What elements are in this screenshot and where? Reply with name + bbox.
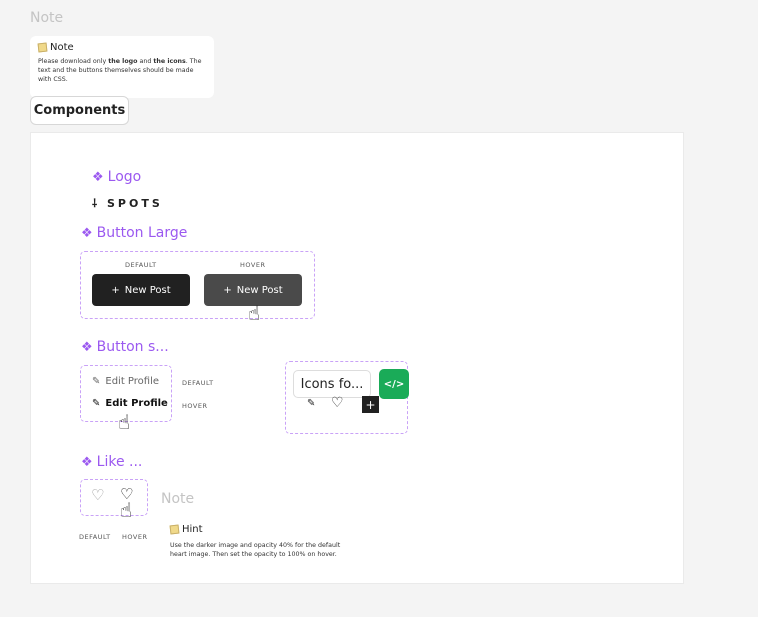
plus-icon: +	[362, 396, 379, 413]
memo-icon	[169, 524, 180, 535]
code-button[interactable]: </>	[379, 369, 409, 399]
default-label: DEFAULT	[125, 261, 157, 269]
hand-cursor-icon: ☝	[118, 410, 131, 434]
component-icon: ❖	[81, 225, 93, 241]
edit-profile-default[interactable]: ✎ Edit Profile	[92, 376, 159, 387]
plus-icon: +	[223, 284, 232, 296]
note-body: Please download only the logo and the ic…	[38, 58, 202, 83]
section-button-small: ❖ Button s...	[81, 339, 169, 355]
hint-title: Hint	[169, 524, 203, 535]
plus-icon: +	[111, 284, 120, 296]
components-button[interactable]: Components	[30, 96, 129, 125]
new-post-button-default[interactable]: + New Post	[92, 274, 190, 306]
memo-icon	[37, 42, 48, 53]
hover-label: HOVER	[240, 261, 266, 269]
hint-note-label: Note	[161, 491, 195, 507]
pencil-icon: ✎	[92, 398, 101, 409]
heart-icon-default[interactable]: ♡	[91, 486, 104, 504]
icons-title-chip[interactable]: Icons fo...	[293, 370, 371, 398]
hand-cursor-icon: ☝	[248, 301, 261, 325]
component-icon: ❖	[81, 454, 93, 470]
default-label: DEFAULT	[79, 533, 111, 541]
note-card: Note Please download only the logo and t…	[30, 36, 214, 98]
component-icon: ❖	[81, 339, 93, 355]
pencil-icon: ✎	[92, 376, 101, 387]
hover-label: HOVER	[122, 533, 148, 541]
section-button-large: ❖ Button Large	[81, 225, 188, 241]
hand-cursor-icon: ☝	[120, 498, 133, 522]
default-label: DEFAULT	[182, 379, 214, 387]
hint-body: Use the darker image and opacity 40% for…	[170, 542, 341, 558]
section-logo: ❖ Logo	[92, 169, 142, 185]
section-like: ❖ Like ...	[81, 454, 143, 470]
edit-profile-hover[interactable]: ✎ Edit Profile	[92, 398, 168, 409]
hover-label: HOVER	[182, 402, 208, 410]
spots-logo: ⸸ SPOTS	[92, 197, 163, 210]
note-title: Note	[50, 42, 74, 53]
note-label: Note	[30, 10, 64, 26]
pencil-icon: ✎	[307, 398, 316, 409]
component-icon: ❖	[92, 169, 104, 185]
heart-icon: ♡	[331, 395, 344, 411]
